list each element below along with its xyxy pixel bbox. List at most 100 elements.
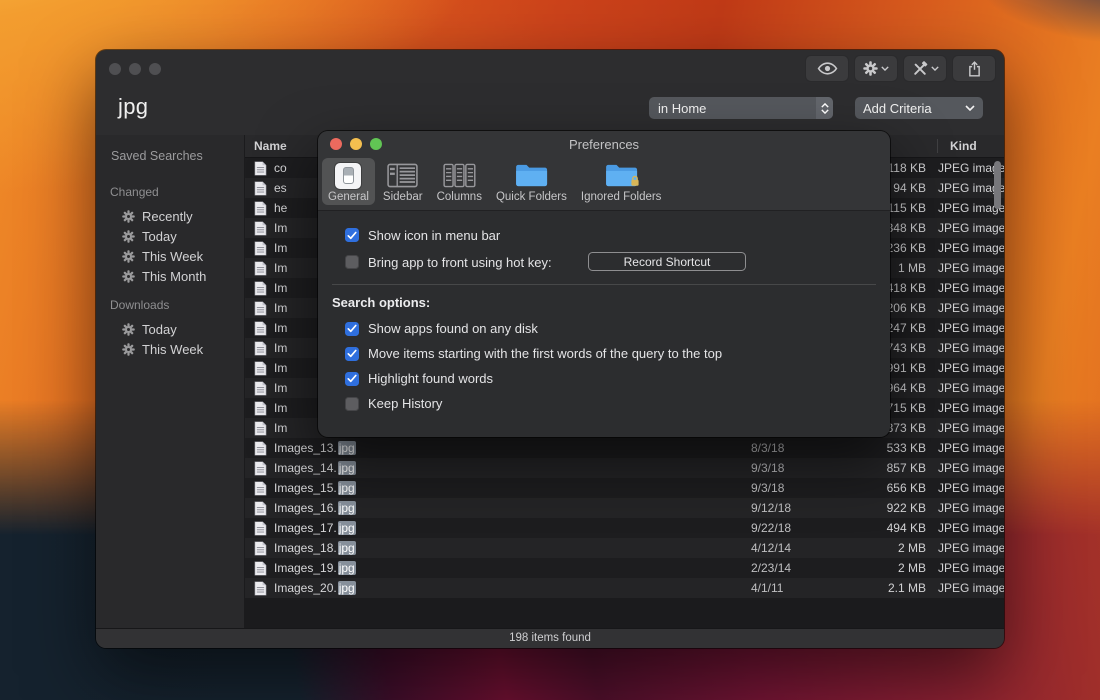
tab-ignored-folders[interactable]: Ignored Folders bbox=[575, 158, 668, 205]
file-name: Im bbox=[274, 221, 287, 235]
add-criteria-dropdown[interactable]: Add Criteria bbox=[855, 97, 983, 119]
checkbox-highlight-found-words[interactable] bbox=[345, 372, 359, 386]
popup-stepper-icon bbox=[816, 97, 833, 119]
window-controls bbox=[109, 63, 161, 75]
general-icon bbox=[335, 163, 361, 189]
search-query-field[interactable]: jpg bbox=[118, 94, 148, 120]
document-icon bbox=[254, 521, 267, 536]
file-name: Images_17. bbox=[274, 521, 337, 535]
share-icon bbox=[968, 61, 981, 77]
file-name-cell: Images_16.jpg bbox=[245, 501, 751, 516]
file-date: 8/3/18 bbox=[751, 441, 833, 455]
found-word-highlight: jpg bbox=[338, 501, 356, 515]
close-button[interactable] bbox=[109, 63, 121, 75]
tab-quick-folders[interactable]: Quick Folders bbox=[490, 158, 573, 205]
file-kind: JPEG image bbox=[938, 301, 1004, 315]
tab-columns[interactable]: Columns bbox=[431, 158, 488, 205]
checkbox-keep-history[interactable] bbox=[345, 397, 359, 411]
option-bring-app-to-front-using-hot-key: Bring app to front using hot key:Record … bbox=[345, 252, 876, 272]
document-icon bbox=[254, 261, 267, 276]
sidebar-item-changed-this-week[interactable]: This Week bbox=[96, 246, 244, 266]
window-titlebar[interactable] bbox=[96, 50, 1004, 86]
smart-search-gear-icon bbox=[122, 343, 135, 356]
sidebar-item-changed-recently[interactable]: Recently bbox=[96, 206, 244, 226]
file-name: Im bbox=[274, 321, 287, 335]
column-header-kind[interactable]: Kind bbox=[937, 139, 1004, 153]
smart-search-gear-icon bbox=[122, 323, 135, 336]
tab-label: Columns bbox=[437, 191, 482, 203]
minimize-button[interactable] bbox=[129, 63, 141, 75]
eye-button[interactable] bbox=[805, 55, 849, 82]
document-icon bbox=[254, 581, 267, 596]
file-kind: JPEG image bbox=[938, 221, 1004, 235]
folder-icon bbox=[515, 163, 548, 188]
dialog-close-button[interactable] bbox=[330, 138, 342, 150]
folder-lock-icon bbox=[605, 163, 638, 188]
file-size: 656 KB bbox=[833, 481, 926, 495]
file-row[interactable]: Images_17.jpg9/22/18494 KBJPEG image bbox=[245, 518, 1004, 538]
preferences-titlebar[interactable]: Preferences bbox=[318, 131, 890, 156]
checkbox-bring-app-to-front-using-hot-key[interactable] bbox=[345, 255, 359, 269]
sidebar-item-downloads-today[interactable]: Today bbox=[96, 319, 244, 339]
file-kind: JPEG image bbox=[938, 541, 1004, 555]
chevron-down-icon bbox=[965, 105, 975, 111]
checkbox-show-apps-found-on-any-disk[interactable] bbox=[345, 322, 359, 336]
option-highlight-found-words: Highlight found words bbox=[345, 370, 876, 387]
file-name: Im bbox=[274, 341, 287, 355]
checkbox-show-icon-in-menu-bar[interactable] bbox=[345, 228, 359, 242]
file-date: 4/1/11 bbox=[751, 581, 833, 595]
file-date: 9/3/18 bbox=[751, 461, 833, 475]
document-icon bbox=[254, 561, 267, 576]
file-name-cell: Images_18.jpg bbox=[245, 541, 751, 556]
file-name: Images_20. bbox=[274, 581, 337, 595]
sidebar-item-changed-this-month[interactable]: This Month bbox=[96, 266, 244, 286]
file-row[interactable]: Images_18.jpg4/12/142 MBJPEG image bbox=[245, 538, 1004, 558]
document-icon bbox=[254, 361, 267, 376]
sidebar-item-changed-today[interactable]: Today bbox=[96, 226, 244, 246]
document-icon bbox=[254, 421, 267, 436]
file-size: 857 KB bbox=[833, 461, 926, 475]
smart-search-gear-icon bbox=[122, 270, 135, 283]
sidebar-item-label: This Week bbox=[142, 249, 203, 264]
file-kind: JPEG image bbox=[938, 481, 1004, 495]
tab-general[interactable]: General bbox=[322, 158, 375, 205]
sidebar-item-downloads-this-week[interactable]: This Week bbox=[96, 339, 244, 359]
sidebar-icon bbox=[387, 163, 418, 188]
file-kind: JPEG image bbox=[938, 321, 1004, 335]
file-name: Im bbox=[274, 261, 287, 275]
scope-popup[interactable]: in Home bbox=[649, 97, 833, 119]
scrollbar-thumb[interactable] bbox=[994, 161, 1001, 209]
record-shortcut-button[interactable]: Record Shortcut bbox=[588, 252, 746, 271]
sidebar-section-changed: Changed bbox=[96, 173, 244, 206]
file-row[interactable]: Images_14.jpg9/3/18857 KBJPEG image bbox=[245, 458, 1004, 478]
file-row[interactable]: Images_13.jpg8/3/18533 KBJPEG image bbox=[245, 438, 1004, 458]
file-row[interactable]: Images_16.jpg9/12/18922 KBJPEG image bbox=[245, 498, 1004, 518]
dialog-window-controls bbox=[330, 138, 382, 150]
preferences-general-pane: Show icon in menu barBring app to front … bbox=[318, 211, 890, 412]
file-name: Im bbox=[274, 281, 287, 295]
dialog-zoom-button[interactable] bbox=[370, 138, 382, 150]
tools-button[interactable] bbox=[903, 55, 947, 82]
file-size: 2 MB bbox=[833, 561, 926, 575]
dialog-minimize-button[interactable] bbox=[350, 138, 362, 150]
checkbox-move-items-starting-with-the-first-words-of-the-query-to-the-top[interactable] bbox=[345, 347, 359, 361]
file-kind: JPEG image bbox=[938, 261, 1004, 275]
zoom-button[interactable] bbox=[149, 63, 161, 75]
file-row[interactable]: Images_20.jpg4/1/112.1 MBJPEG image bbox=[245, 578, 1004, 598]
file-name: es bbox=[274, 181, 287, 195]
option-label: Highlight found words bbox=[368, 371, 493, 386]
columns-icon bbox=[443, 163, 476, 188]
scope-popup-value: in Home bbox=[658, 101, 706, 116]
file-row[interactable]: Images_19.jpg2/23/142 MBJPEG image bbox=[245, 558, 1004, 578]
document-icon bbox=[254, 441, 267, 456]
file-size: 494 KB bbox=[833, 521, 926, 535]
file-name: he bbox=[274, 201, 287, 215]
document-icon bbox=[254, 481, 267, 496]
share-button[interactable] bbox=[952, 55, 996, 82]
preferences-dialog: Preferences GeneralSidebar Columns Quick F… bbox=[318, 131, 890, 437]
file-row[interactable]: Images_15.jpg9/3/18656 KBJPEG image bbox=[245, 478, 1004, 498]
tab-sidebar[interactable]: Sidebar bbox=[377, 158, 429, 205]
document-icon bbox=[254, 541, 267, 556]
gear-button[interactable] bbox=[854, 55, 898, 82]
sidebar-item-label: Today bbox=[142, 322, 177, 337]
